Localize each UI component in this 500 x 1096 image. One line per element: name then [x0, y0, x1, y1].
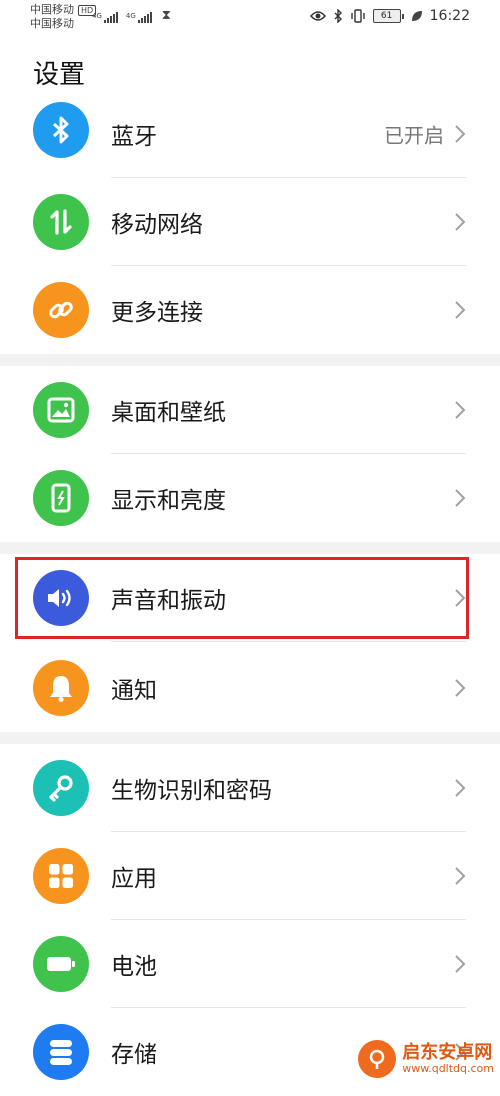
watermark: 启东安卓网 www.qdltdq.com	[358, 1040, 494, 1078]
eye-icon	[309, 11, 326, 21]
section-divider	[0, 542, 500, 554]
bluetooth-icon	[334, 9, 342, 23]
setting-label: 电池	[111, 954, 157, 980]
bell-icon	[33, 660, 89, 716]
setting-label: 移动网络	[111, 212, 203, 238]
setting-label: 显示和亮度	[111, 488, 226, 514]
wallpaper-icon	[33, 382, 89, 438]
chevron-right-icon	[455, 779, 466, 797]
storage-icon	[33, 1024, 89, 1080]
chevron-right-icon	[455, 955, 466, 973]
chevron-right-icon	[455, 401, 466, 419]
setting-label: 更多连接	[111, 300, 203, 326]
link-icon	[33, 282, 89, 338]
setting-label: 通知	[111, 678, 157, 704]
setting-row-display[interactable]: 显示和亮度	[0, 454, 500, 542]
setting-label: 蓝牙	[111, 124, 157, 150]
carrier-1: 中国移动	[30, 3, 74, 16]
setting-label: 存储	[111, 1042, 157, 1068]
watermark-logo-icon	[358, 1040, 397, 1078]
chevron-right-icon	[455, 679, 466, 697]
signal-2-icon: 4G	[126, 12, 152, 23]
carrier-info: 中国移动 HD 中国移动	[30, 3, 97, 31]
sound-icon	[33, 570, 89, 626]
setting-row-biometrics[interactable]: 生物识别和密码	[0, 744, 500, 832]
apps-icon	[33, 848, 89, 904]
chevron-right-icon	[455, 589, 466, 607]
setting-row-wallpaper[interactable]: 桌面和壁纸	[0, 366, 500, 454]
setting-row-more-connections[interactable]: 更多连接	[0, 266, 500, 354]
clock: 16:22	[429, 8, 470, 24]
signal-indicators: 4G 4G ⧗	[92, 8, 171, 23]
setting-value: 已开启	[384, 123, 444, 148]
chevron-right-icon	[455, 489, 466, 507]
setting-label: 生物识别和密码	[111, 778, 272, 804]
setting-row-notifications[interactable]: 通知	[0, 644, 500, 732]
page-title: 设置	[33, 60, 86, 90]
watermark-name: 启东安卓网	[402, 1042, 493, 1064]
vibrate-icon	[350, 9, 365, 23]
mobile-data-icon	[33, 194, 89, 250]
chevron-right-icon	[455, 867, 466, 885]
setting-label: 声音和振动	[111, 588, 226, 614]
bluetooth-icon	[33, 102, 89, 158]
setting-row-apps[interactable]: 应用	[0, 832, 500, 920]
display-icon	[33, 470, 89, 526]
section-divider	[0, 732, 500, 744]
key-icon	[33, 760, 89, 816]
signal-1-icon: 4G	[92, 12, 118, 23]
status-bar: 中国移动 HD 中国移动 4G 4G ⧗ 61 16:22	[0, 0, 500, 36]
section-divider	[0, 354, 500, 366]
hourglass-icon: ⧗	[161, 8, 171, 23]
battery-setting-icon	[33, 936, 89, 992]
setting-label: 桌面和壁纸	[111, 400, 226, 426]
setting-row-bluetooth[interactable]: 蓝牙 已开启	[0, 90, 500, 178]
setting-row-battery[interactable]: 电池	[0, 920, 500, 1008]
status-icons: 61 16:22	[309, 8, 470, 24]
chevron-right-icon	[455, 125, 466, 143]
setting-row-sound[interactable]: 声音和振动	[0, 554, 500, 642]
setting-row-mobile-network[interactable]: 移动网络	[0, 178, 500, 266]
chevron-right-icon	[455, 301, 466, 319]
leaf-icon	[411, 11, 422, 21]
watermark-url: www.qdltdq.com	[402, 1061, 494, 1075]
battery-icon: 61	[372, 9, 404, 23]
carrier-2: 中国移动	[30, 17, 74, 30]
chevron-right-icon	[455, 213, 466, 231]
setting-label: 应用	[111, 866, 157, 892]
